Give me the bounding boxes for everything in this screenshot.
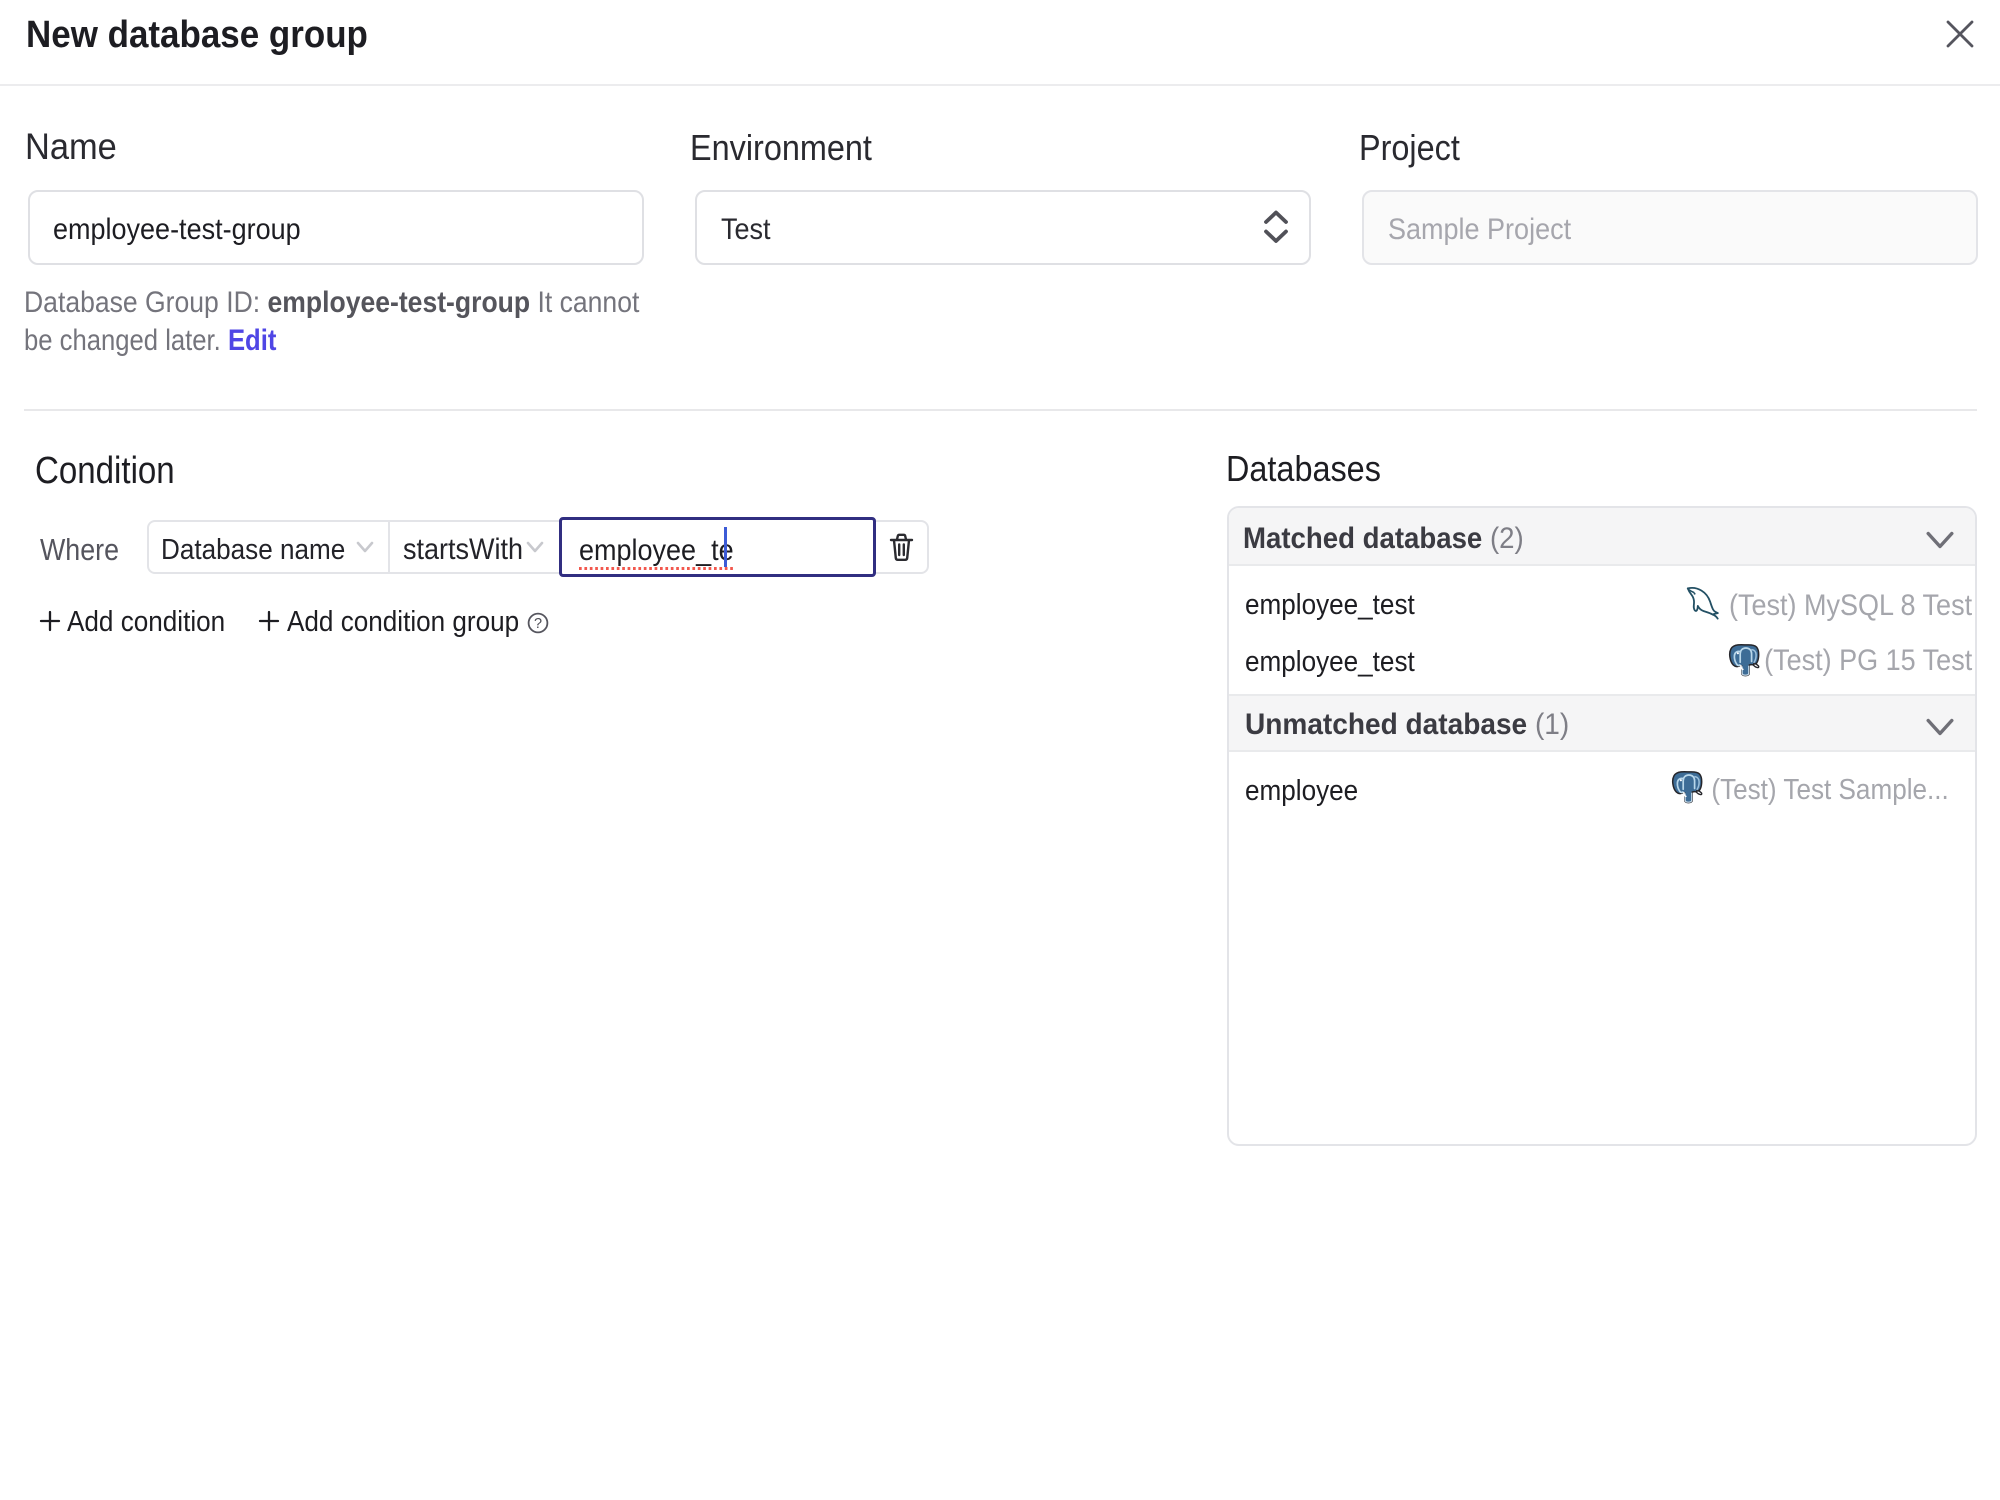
svg-text:?: ? [534, 616, 542, 632]
